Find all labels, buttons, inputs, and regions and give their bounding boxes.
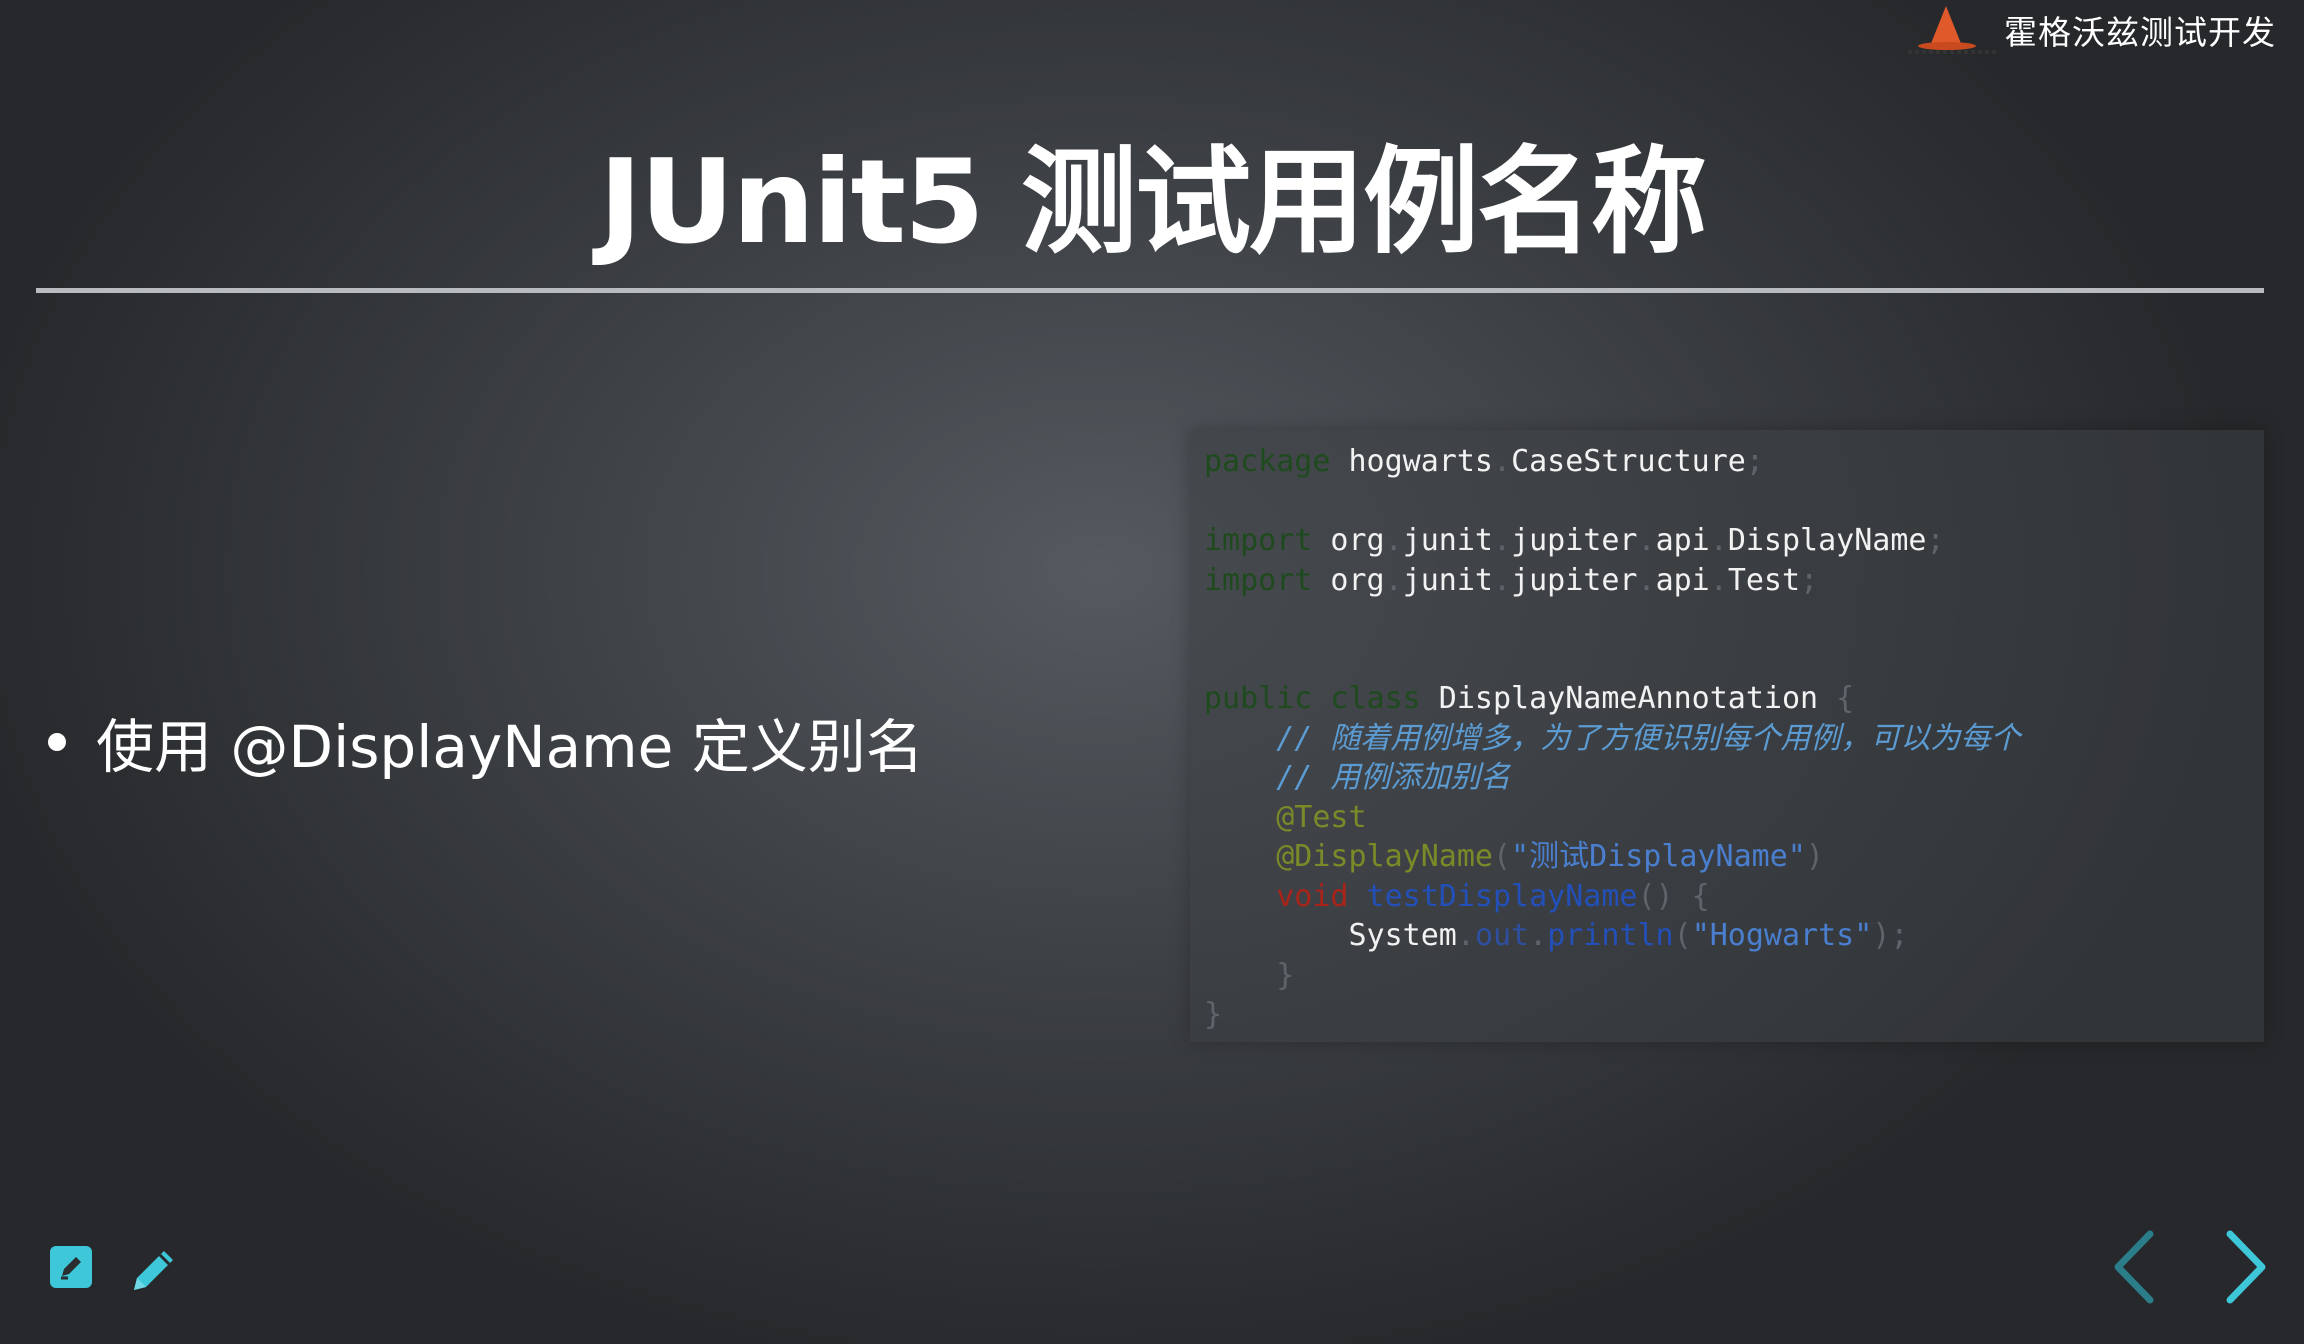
code-token: DisplayName: [1727, 523, 1927, 558]
code-token: );: [1872, 918, 1909, 953]
code-token: import: [1204, 523, 1313, 558]
code-token: @Test: [1204, 799, 1367, 835]
code-content: package hogwarts.CaseStructure; import or…: [1190, 430, 2264, 1035]
next-arrow-icon[interactable]: [2222, 1228, 2270, 1306]
code-token: CaseStructure: [1511, 444, 1746, 479]
code-token: // 随着用例增多，为了方便识别每个用例，可以为每个: [1204, 720, 2021, 756]
code-line: @DisplayName("测试DisplayName"): [1204, 837, 2264, 877]
code-token: }: [1204, 997, 1223, 1032]
code-token: .: [1456, 918, 1475, 953]
code-line: package hogwarts.CaseStructure;: [1204, 442, 2264, 482]
code-token: out: [1474, 918, 1530, 953]
code-token: (: [1673, 918, 1692, 953]
code-token: public class: [1204, 681, 1421, 716]
code-token: testDisplayName: [1348, 878, 1638, 914]
code-token: {: [1818, 681, 1855, 716]
prev-arrow-icon[interactable]: [2110, 1228, 2158, 1306]
code-line: // 用例添加别名: [1204, 758, 2264, 798]
code-token: }: [1204, 957, 1295, 993]
code-token: org: [1312, 523, 1385, 558]
bullet-list: 使用 @DisplayName 定义别名: [48, 700, 924, 784]
code-token: "测试DisplayName": [1511, 839, 1806, 874]
code-token: hogwarts: [1330, 444, 1493, 479]
code-token: api: [1655, 523, 1710, 558]
code-token: // 用例添加别名: [1204, 760, 1511, 795]
code-token: "Hogwarts": [1691, 918, 1873, 953]
code-token: ;: [1745, 444, 1764, 479]
code-token: junit: [1402, 523, 1493, 558]
code-token: .: [1493, 523, 1512, 558]
code-token: package: [1204, 444, 1331, 479]
code-token: ): [1805, 839, 1824, 874]
code-token: .: [1493, 562, 1512, 598]
code-line: import org.junit.jupiter.api.DisplayName…: [1204, 521, 2264, 561]
code-token: System: [1204, 918, 1457, 953]
code-token: jupiter: [1511, 562, 1638, 598]
code-line: import org.junit.jupiter.api.Test;: [1204, 561, 2264, 601]
wizard-hat-logo-icon: [1908, 4, 1996, 56]
code-token: () {: [1637, 878, 1710, 914]
title-divider: [36, 288, 2264, 293]
code-token: ;: [1926, 523, 1945, 558]
edit-square-icon[interactable]: [48, 1244, 94, 1290]
code-token: .: [1709, 523, 1728, 558]
code-token: ;: [1800, 562, 1819, 598]
code-token: .: [1493, 444, 1512, 479]
code-line: public class DisplayNameAnnotation {: [1204, 679, 2264, 719]
code-line: }: [1204, 995, 2264, 1035]
brand-name: 霍格沃兹测试开发: [2004, 13, 2276, 52]
code-token: .: [1529, 918, 1548, 953]
code-line: @Test: [1204, 798, 2264, 838]
code-token: .: [1384, 523, 1403, 558]
code-token: @DisplayName: [1204, 839, 1493, 874]
code-token: DisplayNameAnnotation: [1420, 681, 1819, 716]
code-token: .: [1637, 562, 1656, 598]
bullet-item: 使用 @DisplayName 定义别名: [48, 700, 924, 784]
code-token: Test: [1727, 562, 1801, 598]
bullet-dot-icon: [48, 733, 66, 751]
code-token: .: [1384, 562, 1403, 598]
code-token: org: [1312, 562, 1385, 598]
code-token: junit: [1402, 562, 1493, 598]
code-block: package hogwarts.CaseStructure; import or…: [1190, 430, 2264, 1042]
code-token: api: [1655, 562, 1710, 598]
pencil-icon[interactable]: [128, 1244, 180, 1296]
code-line: System.out.println("Hogwarts");: [1204, 916, 2264, 956]
bullet-text: 使用 @DisplayName 定义别名: [96, 713, 924, 781]
code-token: import: [1204, 562, 1313, 598]
code-line: // 随着用例增多，为了方便识别每个用例，可以为每个: [1204, 719, 2264, 759]
code-token: (: [1492, 839, 1512, 874]
code-token: println: [1547, 918, 1674, 953]
code-line: }: [1204, 956, 2264, 996]
code-token: .: [1709, 562, 1728, 598]
brand: 霍格沃兹测试开发: [1908, 4, 2276, 56]
code-line: void testDisplayName() {: [1204, 877, 2264, 917]
code-token: void: [1204, 878, 1349, 914]
code-token: .: [1637, 523, 1656, 558]
slide-title: JUnit5 测试用例名称: [598, 135, 1707, 270]
code-token: jupiter: [1511, 523, 1638, 558]
